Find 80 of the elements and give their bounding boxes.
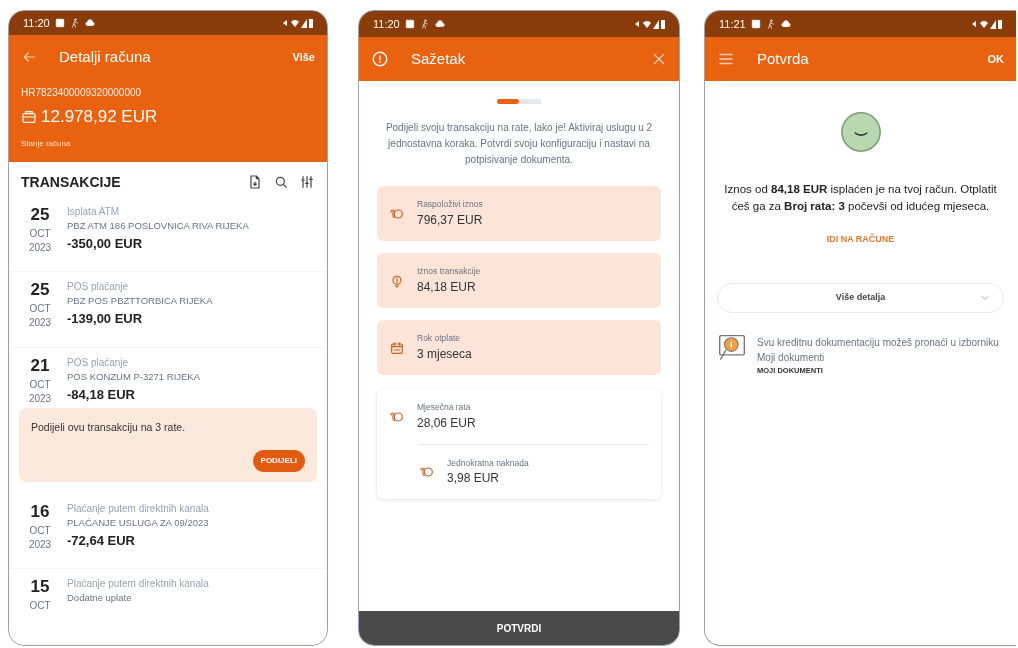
transaction-amount: -350,00 EUR (67, 234, 144, 253)
date-year: 2023 (28, 240, 52, 255)
account-number: HR7823400009320000000 (21, 86, 142, 101)
screen-title: Sažetak (411, 48, 467, 69)
image-icon (750, 19, 761, 29)
transaction-description: POS KONZUM P-3271 RIJEKA (67, 369, 201, 384)
close-icon[interactable] (651, 51, 667, 67)
info-value: 28,06 EUR (417, 414, 476, 432)
image-icon (404, 19, 415, 29)
status-time: 11:20 (23, 15, 50, 31)
offer-text: Podijeli ovu transakciju na 3 rate. (31, 420, 187, 436)
wallet-icon (21, 109, 37, 126)
date-day: 15 (30, 577, 50, 598)
transaction-description: PBZ ATM 186 POSLOVNICA RIVA RIJEKA (67, 218, 249, 233)
transaction-amount: -84,18 EUR (67, 385, 136, 404)
date-month: OCT (29, 599, 51, 614)
search-icon[interactable] (273, 174, 289, 191)
info-value: 796,37 EUR (417, 211, 483, 229)
cloud-icon (84, 18, 95, 29)
transaction-amount: -72,64 EUR (67, 532, 136, 550)
info-label: Iznos transakcije (417, 265, 481, 278)
info-value: 84,18 EUR (417, 278, 477, 296)
walking-icon (69, 18, 80, 29)
date-month: OCT (29, 524, 51, 538)
status-time: 11:21 (719, 16, 746, 32)
status-icons (635, 19, 665, 29)
date-year: 2023 (28, 316, 52, 331)
info-label: Mjesečna rata (417, 401, 472, 414)
transaction-description: PBZ POS PBZTTORBICA RIJEKA (67, 294, 213, 309)
transaction-row[interactable]: 25 OCT 2023 POS plaćanje PBZ POS PBZTTORBICA RIJEKA -139,00 EUR (9, 272, 327, 348)
screen-title: Detalji računa (59, 47, 152, 68)
status-icons (283, 18, 313, 29)
transaction-row[interactable]: 15 OCT Plaćanje putem direktnih kanala Dodatne uplate (9, 569, 327, 645)
status-time: 11:20 (373, 16, 400, 32)
section-title: TRANSAKCIJE (21, 172, 121, 192)
date-day: 25 (30, 204, 50, 225)
date-month: OCT (29, 226, 51, 241)
document-icon[interactable] (247, 174, 263, 191)
calendar-icon (389, 339, 405, 356)
transaction-type: Plaćanje putem direktnih kanala (67, 502, 209, 516)
date-day: 25 (30, 280, 50, 301)
info-label: Rok otplate (417, 332, 461, 345)
info-icon[interactable] (371, 50, 389, 68)
intro-text: Podijeli svoju transakciju na rate, lako je! Aktiviraj uslugu u 2 jednostavna koraka. Potvrdi svoju konfiguraciju i nastavi na potpisivanje dokumenta. (384, 121, 654, 167)
cloud-icon (434, 19, 445, 29)
transaction-type: POS plaćanje (67, 280, 130, 295)
transaction-row[interactable]: 16 OCT 2023 Plaćanje putem direktnih kanala PLAĆANJE USLUGA ZA 09/2023 -72,64 EUR (9, 494, 327, 570)
date-month: OCT (29, 377, 51, 392)
transaction-type: Plaćanje putem direktnih kanala (67, 577, 209, 592)
date-year: 2023 (28, 538, 52, 552)
info-label: Raspoloživi iznos (417, 198, 483, 211)
balance-label: Stanje računa (21, 137, 71, 150)
transaction-row[interactable]: 21 OCT 2023 POS plaćanje POS KONZUM P-3271 RIJEKA -84,18 EUR (9, 347, 327, 409)
walking-icon (765, 19, 776, 29)
info-magnifier-icon (719, 334, 745, 361)
info-value: 3 mjeseca (417, 345, 472, 363)
walking-icon (419, 19, 430, 29)
transaction-description: PLAĆANJE USLUGA ZA 09/2023 (67, 516, 209, 530)
transaction-type: Isplata ATM (67, 204, 121, 219)
date-month: OCT (29, 302, 51, 317)
date-year: 2023 (28, 391, 52, 406)
image-icon (54, 18, 65, 29)
transaction-row[interactable]: 25 OCT 2023 Isplata ATM PBZ ATM 186 POSLOVNICA RIVA RIJEKA -350,00 EUR (9, 196, 327, 273)
confirm-button[interactable]: POTVRDI (359, 611, 679, 645)
transaction-description: Dodatne uplate (67, 591, 133, 606)
info-value: 3,98 EUR (447, 470, 501, 488)
info-label: Jednokratna naknada (447, 456, 529, 470)
cloud-icon (780, 19, 791, 29)
transaction-amount: -139,00 EUR (67, 310, 144, 329)
transaction-type: POS plaćanje (67, 355, 130, 370)
date-day: 16 (30, 502, 50, 522)
sliders-icon[interactable] (299, 174, 315, 191)
screen-title: Potvrda (757, 48, 810, 69)
account-balance: 12.978,92 EUR (41, 106, 158, 129)
confirmation-message: Iznos od 84,18 EUR isplaćen je na tvoj račun. Otplatit ćeš ga za Broj rata: 3 počevši od idućeg mjeseca. (723, 182, 998, 214)
status-icons (972, 19, 1002, 29)
note-text: Svu kreditnu dokumentaciju možeš pronaći u izborniku Moji dokumenti (757, 335, 1000, 365)
split-button[interactable]: PODIJELI (252, 450, 305, 472)
date-day: 21 (30, 355, 50, 376)
coins-icon (419, 464, 435, 480)
